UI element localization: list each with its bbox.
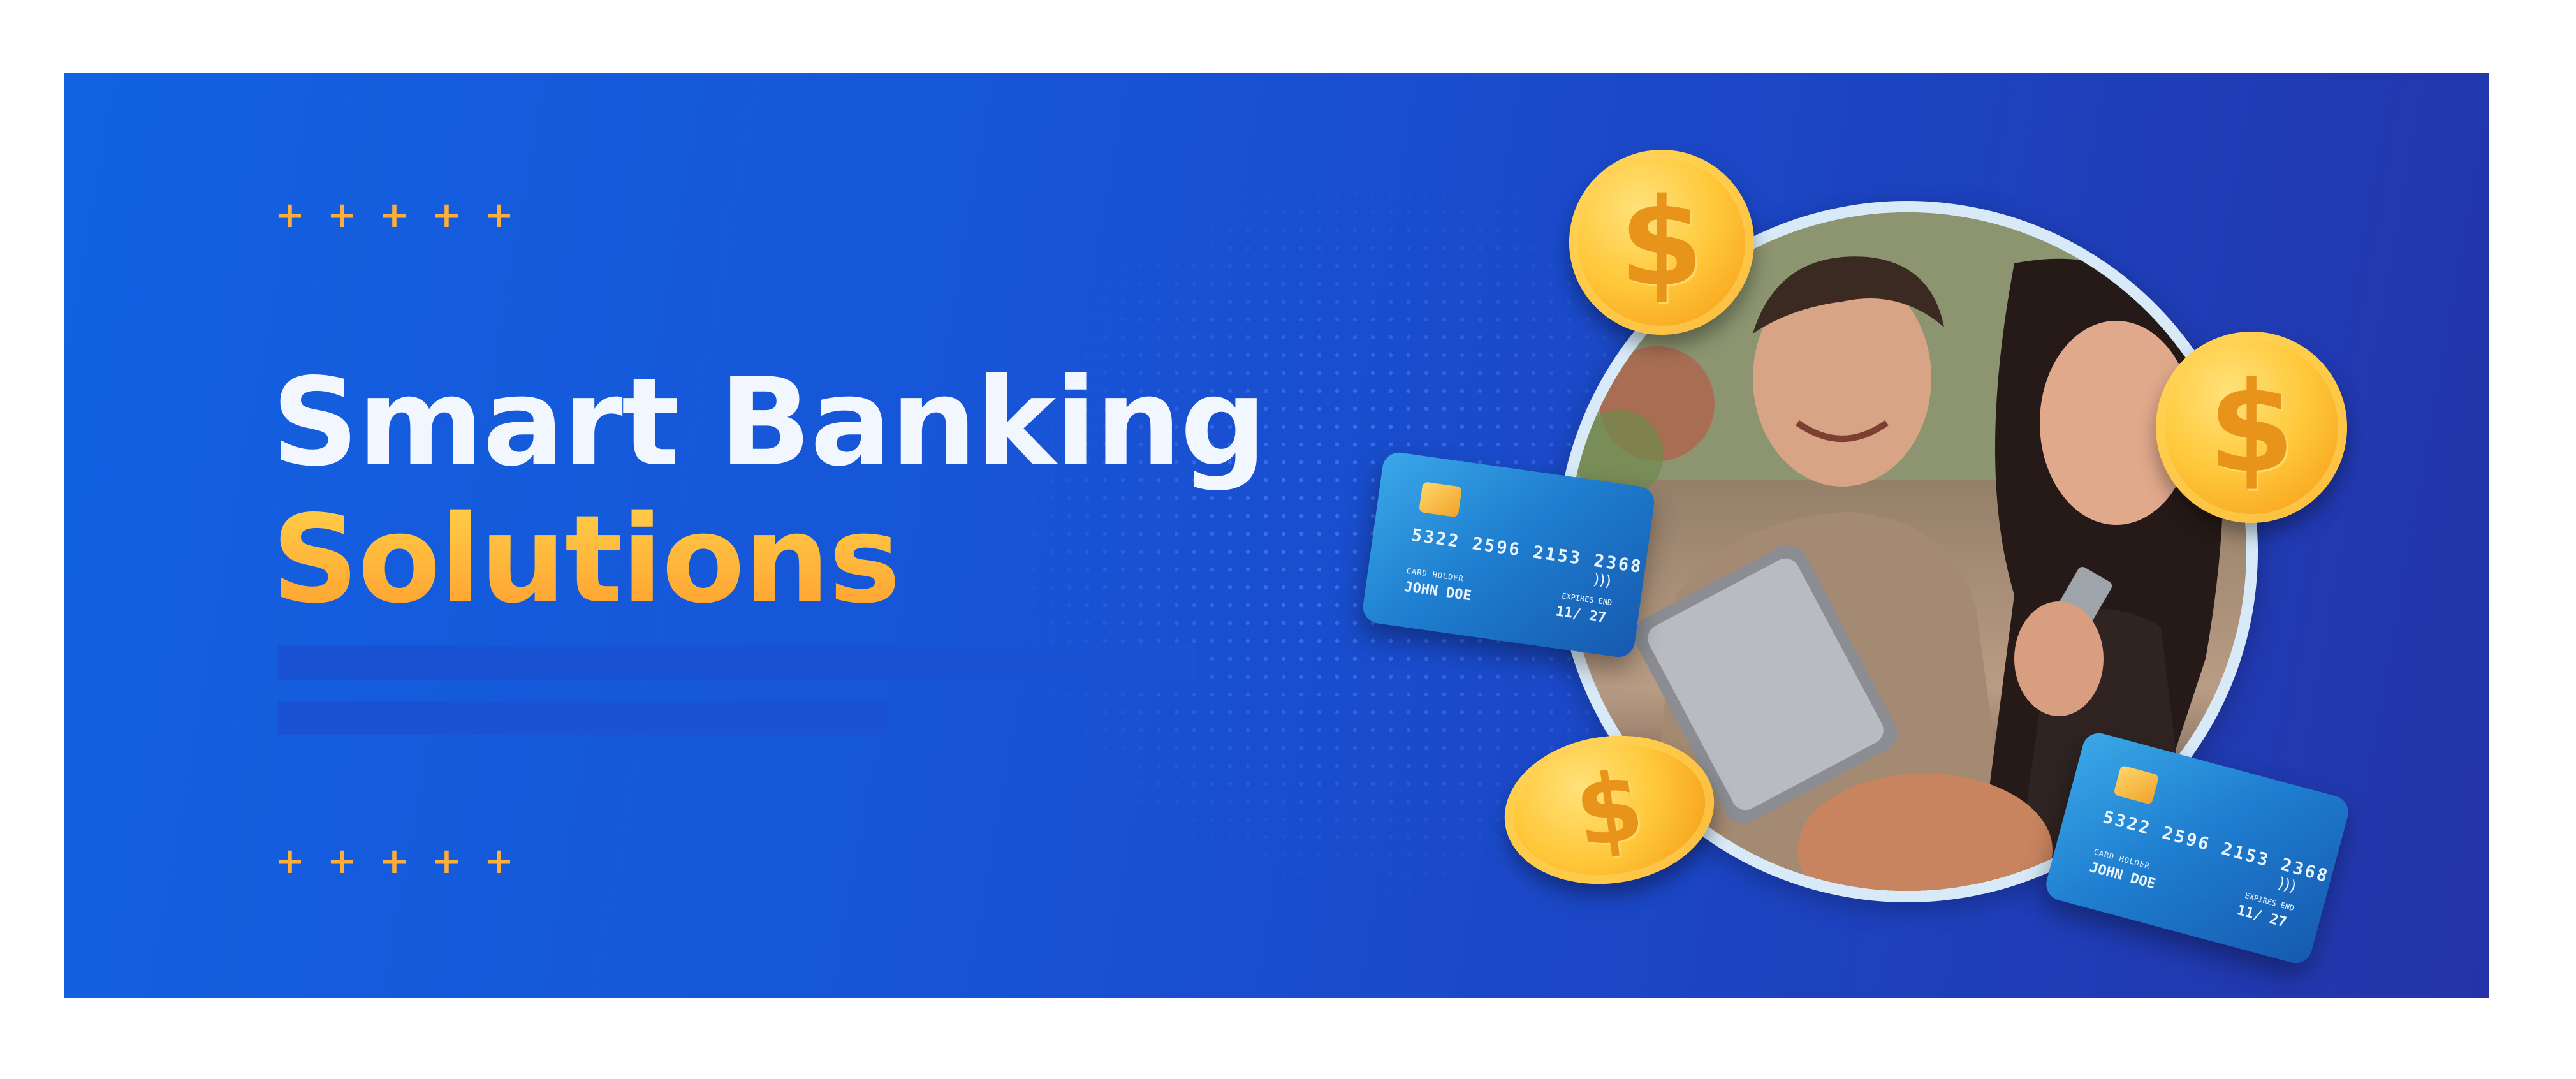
plus-icon: +	[275, 195, 305, 236]
placeholder-bar	[278, 701, 890, 735]
contactless-icon: )))	[2276, 874, 2299, 896]
contactless-icon: )))	[1592, 570, 1613, 591]
credit-card: 5322 2596 2153 2368 ))) CARD HOLDER JOHN…	[2042, 729, 2352, 967]
plus-icon: +	[327, 195, 357, 236]
plus-decoration-top: + + + + +	[275, 195, 514, 236]
dollar-coin-icon: $	[1569, 150, 1754, 335]
headline-line2: Solutions	[272, 491, 1266, 628]
headline-line1: Smart Banking	[272, 352, 1267, 493]
plus-icon: +	[379, 195, 409, 236]
banner: + + + + + Smart Banking Solutions + + + …	[64, 73, 2489, 998]
card-chip-icon	[1418, 481, 1463, 518]
plus-decoration-bottom: + + + + +	[275, 840, 514, 882]
card-number: 5322 2596 2153 2368	[1410, 525, 1644, 578]
plus-icon: +	[432, 195, 462, 236]
headline: Smart Banking Solutions	[272, 352, 1267, 628]
plus-icon: +	[484, 195, 514, 236]
dollar-coin-icon: $	[2156, 332, 2347, 523]
card-expiry: 11/ 27	[1555, 603, 1607, 627]
placeholder-bar	[278, 645, 1196, 680]
card-chip-icon	[2113, 765, 2160, 805]
plus-icon: +	[484, 840, 514, 882]
plus-icon: +	[432, 840, 462, 882]
plus-icon: +	[327, 840, 357, 882]
plus-icon: +	[379, 840, 409, 882]
plus-icon: +	[275, 840, 305, 882]
